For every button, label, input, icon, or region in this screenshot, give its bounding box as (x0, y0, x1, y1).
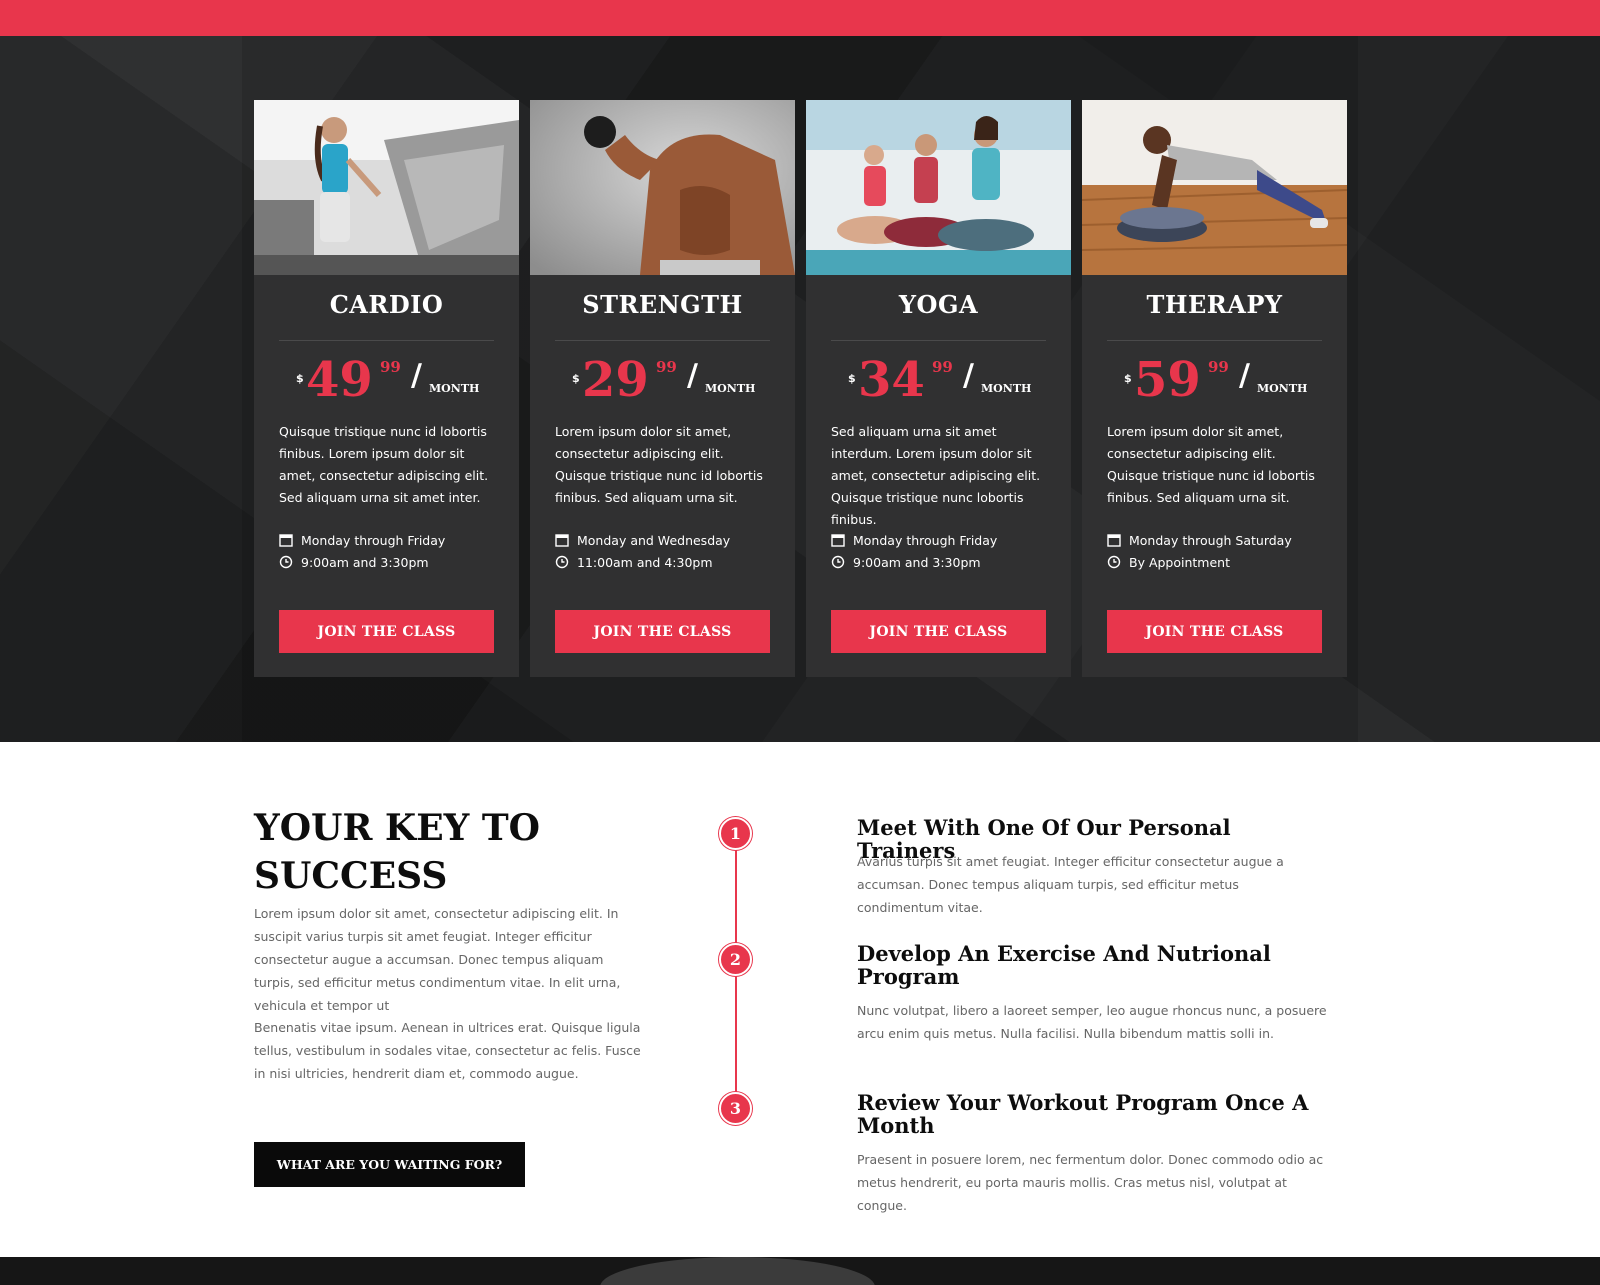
join-class-button[interactable]: JOIN THE CLASS (831, 610, 1046, 653)
schedule-days: Monday through Saturday (1107, 530, 1327, 550)
step-number-3: 3 (719, 1092, 752, 1125)
therapy-photo (1082, 100, 1347, 275)
card-title: STRENGTH (582, 290, 743, 319)
card-title: CARDIO (329, 290, 444, 319)
clock-icon (831, 555, 845, 569)
schedule-times: 9:00am and 3:30pm (279, 552, 499, 572)
schedule-days-text: Monday and Wednesday (577, 532, 731, 548)
schedule-days-text: Monday through Friday (301, 532, 446, 548)
clock-icon (1107, 555, 1121, 569)
price-cents: 99 (932, 358, 953, 376)
strength-photo (530, 100, 795, 275)
price-slash: / (411, 358, 422, 393)
clock-icon (279, 555, 293, 569)
calendar-icon (279, 533, 293, 547)
section-title: YOUR KEY TO SUCCESS (254, 807, 541, 897)
schedule-times-text: 9:00am and 3:30pm (853, 554, 981, 570)
calendar-icon (831, 533, 845, 547)
price-currency: $ (572, 372, 580, 385)
price-period: MONTH (981, 382, 1032, 395)
card-description: Lorem ipsum dolor sit amet, consectetur … (555, 424, 763, 505)
intro-paragraph: Lorem ipsum dolor sit amet, consectetur … (254, 906, 621, 1013)
next-section-preview (0, 1257, 1600, 1285)
schedule-days: Monday through Friday (831, 530, 1051, 550)
yoga-photo (806, 100, 1071, 275)
pricing-card-yoga: YOGA $ 34 99 / MONTH Sed aliquam urna si… (806, 100, 1071, 677)
price-amount: 34 (858, 352, 925, 408)
pricing-section: CARDIO $ 49 99 / MONTH Quisque tristique… (0, 36, 1600, 742)
card-price: $ 49 99 / MONTH (254, 352, 519, 412)
price-period: MONTH (1257, 382, 1308, 395)
price-currency: $ (296, 372, 304, 385)
price-period: MONTH (429, 382, 480, 395)
price-amount: 49 (306, 352, 373, 408)
card-title: YOGA (898, 290, 979, 319)
join-class-button[interactable]: JOIN THE CLASS (1107, 610, 1322, 653)
step-text-3: Praesent in posuere lorem, nec fermentum… (857, 1152, 1324, 1213)
pricing-card-strength: STRENGTH $ 29 99 / MONTH Lorem ipsum dol… (530, 100, 795, 677)
card-divider (1107, 340, 1322, 341)
clock-icon (555, 555, 569, 569)
preview-image-edge (600, 1257, 875, 1285)
schedule-times-text: By Appointment (1129, 554, 1231, 570)
what-are-you-waiting-for-button[interactable]: WHAT ARE YOU WAITING FOR? (254, 1142, 525, 1187)
price-cents: 99 (656, 358, 677, 376)
schedule-days: Monday and Wednesday (555, 530, 775, 550)
price-cents: 99 (1208, 358, 1229, 376)
schedule-days-text: Monday through Saturday (1129, 532, 1292, 548)
card-price: $ 59 99 / MONTH (1082, 352, 1347, 412)
price-slash: / (687, 358, 698, 393)
calendar-icon (555, 533, 569, 547)
pricing-card-therapy: THERAPY $ 59 99 / MONTH Lorem ipsum dolo… (1082, 100, 1347, 677)
price-amount: 59 (1134, 352, 1201, 408)
price-currency: $ (1124, 372, 1132, 385)
card-price: $ 34 99 / MONTH (806, 352, 1071, 412)
schedule-times: 11:00am and 4:30pm (555, 552, 775, 572)
price-amount: 29 (582, 352, 649, 408)
price-currency: $ (848, 372, 856, 385)
card-description: Lorem ipsum dolor sit amet, consectetur … (1107, 424, 1315, 505)
pricing-card-cardio: CARDIO $ 49 99 / MONTH Quisque tristique… (254, 100, 519, 677)
price-slash: / (963, 358, 974, 393)
step-number-2: 2 (719, 943, 752, 976)
card-divider (279, 340, 494, 341)
schedule-times-text: 11:00am and 4:30pm (577, 554, 713, 570)
card-price: $ 29 99 / MONTH (530, 352, 795, 412)
card-description: Quisque tristique nunc id lobortis finib… (279, 424, 489, 505)
join-class-button[interactable]: JOIN THE CLASS (555, 610, 770, 653)
key-to-success-section: YOUR KEY TO SUCCESS Lorem ipsum dolor si… (0, 742, 1600, 1257)
card-description: Sed aliquam urna sit amet interdum. Lore… (831, 424, 1041, 527)
second-paragraph: Benenatis vitae ipsum. Aenean in ultrice… (254, 1020, 641, 1081)
step-text-2: Nunc volutpat, libero a laoreet semper, … (857, 1003, 1327, 1041)
join-class-button[interactable]: JOIN THE CLASS (279, 610, 494, 653)
schedule-times: 9:00am and 3:30pm (831, 552, 1051, 572)
schedule-times: By Appointment (1107, 552, 1327, 572)
schedule-days: Monday through Friday (279, 530, 499, 550)
card-divider (555, 340, 770, 341)
card-divider (831, 340, 1046, 341)
schedule-days-text: Monday through Friday (853, 532, 998, 548)
top-accent-bar (0, 0, 1600, 36)
price-period: MONTH (705, 382, 756, 395)
step-title-3: Review Your Workout Program Once A Month (857, 1090, 1309, 1138)
step-text-1: Avarius turpis sit amet feugiat. Integer… (857, 854, 1284, 915)
cardio-photo (254, 100, 519, 275)
card-title: THERAPY (1146, 290, 1283, 319)
schedule-times-text: 9:00am and 3:30pm (301, 554, 429, 570)
step-title-2: Develop An Exercise And Nutrional Progra… (857, 941, 1271, 989)
price-cents: 99 (380, 358, 401, 376)
calendar-icon (1107, 533, 1121, 547)
price-slash: / (1239, 358, 1250, 393)
step-number-1: 1 (719, 817, 752, 850)
